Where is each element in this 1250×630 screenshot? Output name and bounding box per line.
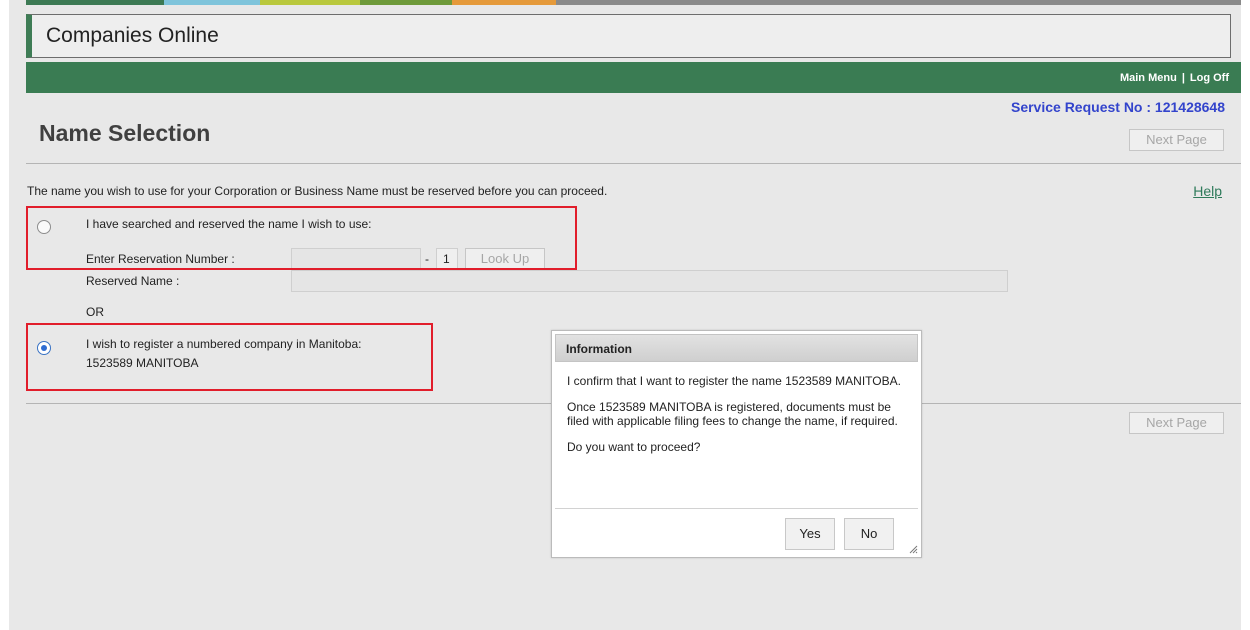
reserved-name-field [291, 270, 1008, 292]
dialog-title: Information [566, 342, 632, 356]
or-label: OR [86, 305, 104, 319]
reserved-name-label: Reserved Name : [86, 274, 180, 288]
next-page-button-bottom[interactable]: Next Page [1129, 412, 1224, 434]
link-separator: | [1181, 72, 1185, 84]
color-strip [26, 0, 1241, 5]
help-link[interactable]: Help [1193, 183, 1222, 199]
dialog-paragraph: I confirm that I want to register the na… [567, 374, 901, 388]
highlight-box-numbered [26, 323, 433, 391]
strip-segment [260, 0, 360, 5]
strip-segment [164, 0, 260, 5]
resize-grip-icon[interactable] [908, 544, 918, 554]
dialog-body: I confirm that I want to register the na… [567, 374, 907, 466]
dialog-paragraph: Do you want to proceed? [567, 440, 701, 454]
strip-segment [452, 0, 556, 5]
next-page-button-top[interactable]: Next Page [1129, 129, 1224, 151]
app-title: Companies Online [46, 24, 219, 47]
top-links: Main Menu | Log Off [1120, 72, 1229, 84]
dialog-header[interactable]: Information [555, 334, 918, 362]
page-background: Companies Online Main Menu | Log Off Servi… [9, 0, 1241, 630]
no-button[interactable]: No [844, 518, 894, 550]
dialog-footer-divider [555, 508, 918, 509]
strip-segment [360, 0, 452, 5]
divider-top [26, 163, 1241, 164]
log-off-link[interactable]: Log Off [1190, 72, 1229, 84]
information-dialog: Information I confirm that I want to reg… [551, 330, 922, 558]
page-title: Name Selection [39, 120, 211, 146]
main-menu-link[interactable]: Main Menu [1120, 72, 1177, 84]
yes-button[interactable]: Yes [785, 518, 835, 550]
service-request-number: Service Request No : 121428648 [1010, 99, 1225, 115]
strip-segment [26, 0, 164, 5]
strip-segment [556, 0, 1241, 5]
intro-text: The name you wish to use for your Corpor… [27, 184, 608, 198]
dialog-paragraph: Once 1523589 MANITOBA is registered, doc… [567, 400, 898, 428]
highlight-box-reserved [26, 206, 577, 270]
nav-bar: Main Menu | Log Off [26, 62, 1241, 93]
app-header: Companies Online [26, 14, 1231, 58]
